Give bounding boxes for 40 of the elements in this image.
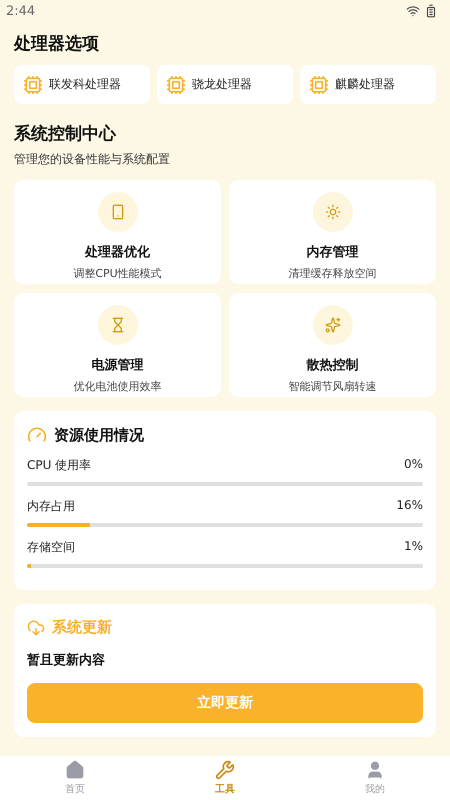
meter-reading: 1% (404, 539, 423, 555)
hourglass-icon (110, 317, 126, 333)
processor-option[interactable]: 骁龙处理器 (157, 65, 293, 104)
section-title: 处理器选项 (14, 33, 100, 55)
sparkles-icon (324, 317, 340, 333)
card-title: 内存管理 (306, 244, 358, 261)
battery-icon (424, 4, 438, 18)
control-card[interactable]: 内存管理 清理缓存释放空间 (229, 180, 436, 284)
status-time: 2:44 (6, 4, 36, 18)
panel-title: 系统更新 (52, 618, 112, 637)
card-description: 调整CPU性能模式 (73, 266, 162, 281)
panel-title: 资源使用情况 (54, 426, 144, 444)
phone-icon (110, 204, 126, 220)
processor-option[interactable]: 麒麟处理器 (300, 65, 436, 104)
card-title: 处理器优化 (85, 244, 150, 261)
wrench-icon (215, 760, 235, 780)
meter-label: 存储空间 (27, 539, 75, 556)
meter-label: CPU 使用率 (27, 457, 92, 474)
home-icon (65, 760, 85, 780)
control-card[interactable]: 处理器优化 调整CPU性能模式 (14, 180, 221, 284)
chip-icon (309, 74, 329, 94)
wifi-icon (406, 4, 420, 18)
cloud-download-icon (27, 618, 45, 636)
control-card[interactable]: 电源管理 优化电池使用效率 (14, 293, 221, 397)
meter-reading: 0% (404, 457, 423, 473)
card-description: 智能调节风扇转速 (288, 379, 376, 394)
control-card[interactable]: 散热控制 智能调节风扇转速 (229, 293, 436, 397)
update-message: 暂且更新内容 (27, 652, 106, 669)
chip-icon (166, 74, 186, 94)
section-title: 系统控制中心 (14, 123, 118, 145)
card-description: 清理缓存释放空间 (288, 266, 376, 281)
sun-icon (324, 204, 340, 220)
card-title: 电源管理 (92, 357, 144, 374)
meter-label: 内存占用 (27, 498, 75, 515)
card-description: 优化电池使用效率 (74, 379, 162, 394)
chip-icon (23, 74, 43, 94)
section-subtitle: 管理您的设备性能与系统配置 (14, 151, 171, 168)
processor-option[interactable]: 联发科处理器 (14, 65, 150, 104)
meter-reading: 16% (396, 498, 423, 514)
card-title: 散热控制 (306, 357, 358, 374)
